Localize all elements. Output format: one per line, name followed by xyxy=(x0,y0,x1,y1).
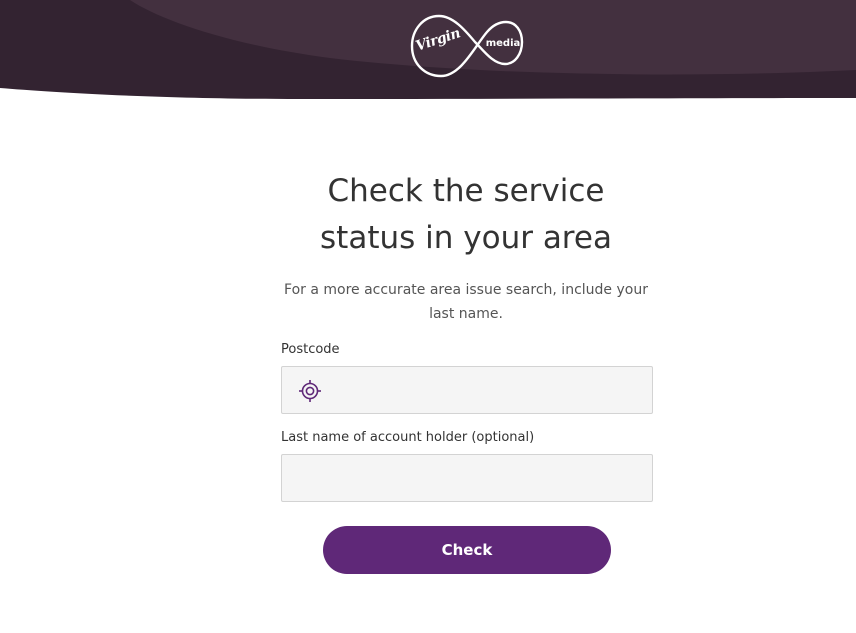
check-button[interactable]: Check xyxy=(323,526,611,574)
page-title-line-2: status in your area xyxy=(320,220,612,256)
page-title-line-1: Check the service xyxy=(327,173,605,209)
subtitle-line-1: For a more accurate area issue search, i… xyxy=(284,282,648,298)
virgin-media-logo[interactable]: Virgin media xyxy=(409,12,525,80)
logo-product-text: media xyxy=(485,38,521,49)
last-name-field xyxy=(281,454,653,502)
last-name-label: Last name of account holder (optional) xyxy=(281,430,535,445)
page-subtitle: For a more accurate area issue search, i… xyxy=(268,278,664,326)
last-name-input[interactable] xyxy=(282,455,652,501)
header-banner: Virgin media xyxy=(0,0,856,100)
page-title: Check the service status in your area xyxy=(228,168,704,262)
postcode-label: Postcode xyxy=(281,342,340,357)
postcode-field xyxy=(281,366,653,414)
page: Virgin media Check the service status in… xyxy=(0,0,856,633)
subtitle-line-2: last name. xyxy=(429,306,503,322)
postcode-input[interactable] xyxy=(282,367,652,413)
